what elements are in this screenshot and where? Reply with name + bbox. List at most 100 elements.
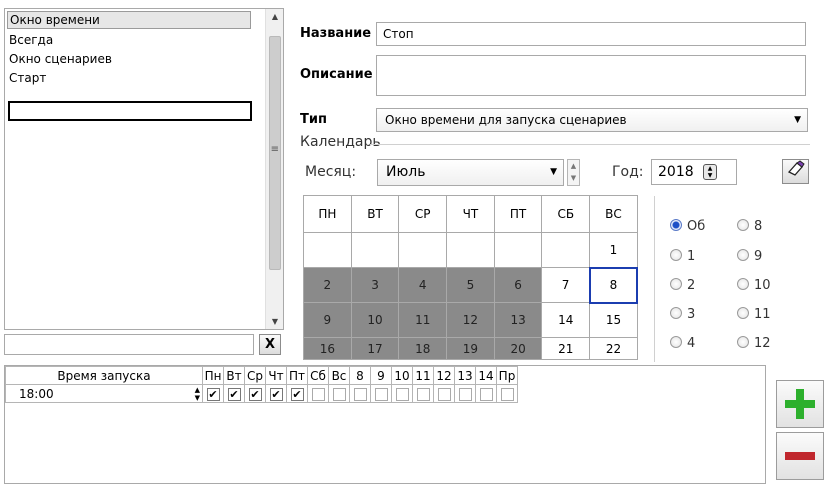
calendar-day[interactable]: 9 — [303, 302, 352, 338]
checkbox-cell[interactable]: ✔ — [244, 384, 266, 403]
checkbox-cell[interactable] — [328, 384, 350, 403]
calendar-day[interactable]: 18 — [398, 337, 448, 360]
radio-option[interactable]: Об — [670, 218, 705, 236]
checkbox-cell[interactable]: ✔ — [202, 384, 224, 403]
filter-input[interactable] — [4, 334, 254, 355]
radio-option[interactable]: 2 — [670, 277, 695, 295]
calendar-day[interactable]: 16 — [303, 337, 352, 360]
description-field[interactable] — [376, 55, 806, 96]
checkbox-checked-icon[interactable]: ✔ — [269, 387, 283, 401]
calendar-day[interactable] — [398, 232, 448, 268]
checkbox-icon[interactable] — [416, 387, 430, 401]
scenario-list[interactable]: Окно времени Всегда Окно сценариев Старт… — [4, 8, 284, 330]
calendar-day[interactable]: 13 — [493, 302, 543, 338]
calendar-day[interactable]: 17 — [350, 337, 400, 360]
list-scrollbar[interactable]: ▲ ≡ ▼ — [265, 9, 283, 329]
list-item-start[interactable]: Старт — [9, 69, 46, 87]
calendar-day[interactable]: 1 — [589, 232, 638, 268]
spin-icon[interactable]: ▲ ▼ — [195, 386, 200, 402]
checkbox-cell[interactable] — [475, 384, 497, 403]
radio-option[interactable]: 4 — [670, 335, 695, 353]
calendar-day[interactable]: 3 — [350, 267, 400, 303]
radio-option[interactable]: 11 — [737, 306, 771, 324]
calendar-day[interactable]: 4 — [398, 267, 448, 303]
year-value: 2018 — [658, 164, 694, 180]
calendar-day[interactable]: 21 — [541, 337, 591, 360]
spin-up-icon[interactable]: ▲ — [568, 160, 579, 172]
checkbox-cell[interactable] — [433, 384, 455, 403]
checkbox-icon[interactable] — [311, 387, 325, 401]
new-item-input[interactable] — [8, 101, 252, 121]
radio-icon — [737, 307, 749, 319]
checkbox-cell[interactable] — [349, 384, 371, 403]
calendar-day[interactable]: 11 — [398, 302, 448, 338]
checkbox-checked-icon[interactable]: ✔ — [206, 387, 220, 401]
radio-option[interactable]: 3 — [670, 306, 695, 324]
list-item-time-window[interactable]: Окно времени — [7, 11, 251, 29]
checkbox-icon[interactable] — [458, 387, 472, 401]
checkbox-icon[interactable] — [500, 387, 514, 401]
checkbox-cell[interactable] — [454, 384, 476, 403]
checkbox-cell[interactable]: ✔ — [223, 384, 245, 403]
radio-icon — [670, 307, 682, 319]
month-spin[interactable]: ▲ ▼ — [567, 159, 580, 186]
list-item-scenario-window[interactable]: Окно сценариев — [9, 50, 112, 68]
clear-selection-button[interactable] — [782, 159, 809, 184]
radio-option[interactable]: 9 — [737, 248, 762, 266]
spin-down-icon[interactable]: ▼ — [568, 172, 579, 184]
calendar-day[interactable]: 19 — [446, 337, 495, 360]
checkbox-checked-icon[interactable]: ✔ — [248, 387, 262, 401]
radio-option[interactable]: 1 — [670, 248, 695, 266]
calendar-day[interactable] — [350, 232, 400, 268]
calendar-day[interactable]: 7 — [541, 267, 591, 303]
checkbox-cell[interactable] — [412, 384, 434, 403]
calendar-day[interactable] — [446, 232, 495, 268]
up-arrow-icon[interactable]: ▲ — [266, 12, 284, 21]
checkbox-checked-icon[interactable]: ✔ — [290, 387, 304, 401]
checkbox-cell[interactable]: ✔ — [286, 384, 308, 403]
checkbox-cell[interactable] — [370, 384, 392, 403]
remove-button[interactable] — [776, 432, 824, 480]
calendar-day[interactable] — [541, 232, 591, 268]
checkbox-icon[interactable] — [353, 387, 367, 401]
name-field[interactable]: Стоп — [376, 22, 806, 46]
checkbox-icon[interactable] — [479, 387, 493, 401]
month-select[interactable]: Июль ▼ — [377, 159, 564, 186]
start-time-field[interactable]: 18:00 ▲ ▼ — [5, 384, 203, 403]
checkbox-cell[interactable] — [391, 384, 413, 403]
schedule-grid[interactable]: Время запуска Пн Вт Ср Чт Пт Сб Вс 8 9 1… — [4, 365, 766, 484]
type-select[interactable]: Окно времени для запуска сценариев ▼ — [376, 108, 808, 132]
year-field[interactable]: 2018 ▲ ▼ — [651, 159, 737, 185]
checkbox-icon[interactable] — [332, 387, 346, 401]
checkbox-cell[interactable] — [307, 384, 329, 403]
calendar-day[interactable]: 5 — [446, 267, 495, 303]
calendar-day[interactable]: 20 — [493, 337, 543, 360]
calendar-day[interactable]: 6 — [493, 267, 543, 303]
calendar-day[interactable]: 15 — [589, 302, 638, 338]
checkbox-icon[interactable] — [437, 387, 451, 401]
calendar-day[interactable]: 10 — [350, 302, 400, 338]
add-button[interactable] — [776, 380, 824, 428]
calendar-day[interactable] — [303, 232, 352, 268]
calendar-day[interactable] — [493, 232, 543, 268]
radio-option[interactable]: 12 — [737, 335, 771, 353]
calendar-day-today[interactable]: 8 — [588, 266, 639, 304]
checkbox-checked-icon[interactable]: ✔ — [227, 387, 241, 401]
month-select-value: Июль — [386, 164, 426, 180]
calendar-day[interactable]: 12 — [446, 302, 495, 338]
spin-icon[interactable]: ▲ ▼ — [703, 164, 717, 180]
checkbox-cell[interactable] — [496, 384, 518, 403]
checkbox-icon[interactable] — [395, 387, 409, 401]
radio-option[interactable]: 8 — [737, 218, 762, 236]
table-row[interactable]: 18:00 ▲ ▼ ✔ ✔ ✔ ✔ ✔ — [5, 384, 518, 403]
list-item-always[interactable]: Всегда — [9, 31, 53, 49]
calendar-day[interactable]: 22 — [589, 337, 638, 360]
column-header: 12 — [433, 366, 455, 385]
checkbox-icon[interactable] — [374, 387, 388, 401]
radio-option[interactable]: 10 — [737, 277, 771, 295]
down-arrow-icon[interactable]: ▼ — [266, 317, 284, 326]
checkbox-cell[interactable]: ✔ — [265, 384, 287, 403]
calendar-day[interactable]: 2 — [303, 267, 352, 303]
clear-button[interactable]: X — [259, 334, 281, 355]
calendar-day[interactable]: 14 — [541, 302, 591, 338]
